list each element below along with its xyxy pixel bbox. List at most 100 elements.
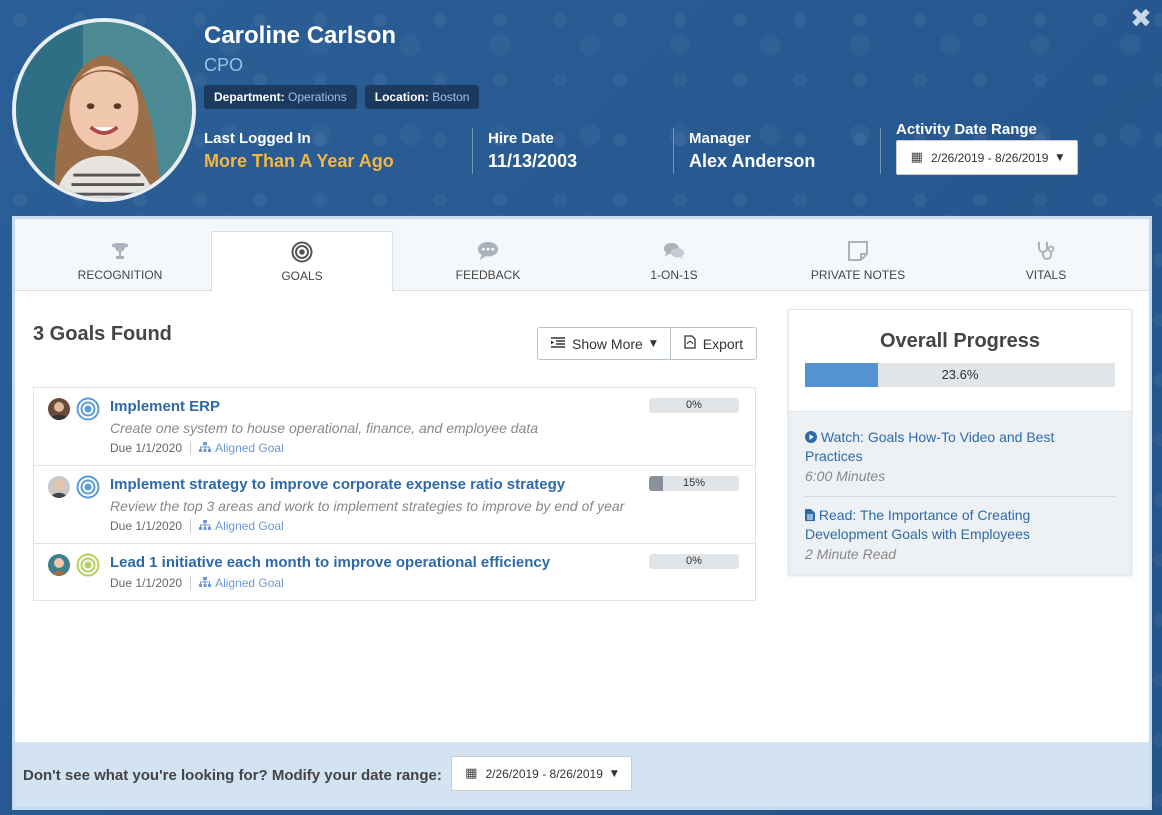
goal-row: Implement ERP Create one system to house…	[34, 388, 755, 466]
resource-link[interactable]: Watch: Goals How-To Video and Best Pract…	[805, 428, 1115, 466]
show-more-label: Show More	[572, 335, 643, 352]
footer-date-range-button[interactable]: ▦ 2/26/2019 - 8/26/2019 ▼	[451, 756, 632, 791]
sitemap-icon	[199, 576, 212, 590]
goal-description: Review the top 3 areas and work to imple…	[110, 498, 625, 514]
goal-progress-label: 0%	[686, 399, 702, 411]
caret-down-icon: ▼	[1056, 152, 1064, 163]
overall-progress-card: Overall Progress 23.6% Watch: Goals How-…	[788, 309, 1132, 575]
location-label: Location:	[374, 90, 429, 104]
goal-actions: Show More ▼ Export	[537, 327, 758, 360]
sitemap-icon	[199, 519, 212, 533]
owner-avatar	[48, 398, 70, 420]
comment-icon	[477, 240, 499, 262]
goal-progress-bar: 15%	[649, 476, 739, 491]
trophy-icon	[109, 240, 131, 262]
goal-due-date: Due 1/1/2020	[110, 441, 183, 455]
tab-goals[interactable]: GOALS	[211, 231, 393, 292]
caret-down-icon: ▼	[610, 768, 618, 779]
goal-progress-bar: 0%	[649, 398, 739, 413]
show-more-button[interactable]: Show More ▼	[537, 327, 671, 360]
play-circle-icon	[805, 429, 817, 445]
activity-date-range-value: 2/26/2019 - 8/26/2019	[930, 150, 1049, 165]
target-icon	[76, 397, 100, 421]
manager-value: Alex Anderson	[689, 151, 816, 171]
tab-label: VITALS	[1025, 268, 1067, 282]
document-icon	[805, 507, 815, 523]
footer-text: Don't see what you're looking for? Modif…	[23, 767, 442, 784]
goal-progress-label: 15%	[682, 477, 706, 489]
overall-progress-section: Overall Progress 23.6%	[789, 310, 1131, 412]
profile-avatar	[12, 18, 196, 202]
location-tag: Location: Boston	[364, 85, 480, 109]
goal-meta: Due 1/1/2020 Aligned Goal	[110, 441, 755, 455]
tab-label: 1-ON-1S	[650, 268, 698, 282]
manager-label: Manager	[689, 130, 751, 147]
owner-avatar	[48, 554, 70, 576]
goal-row: Lead 1 initiative each month to improve …	[34, 544, 755, 600]
overall-progress-label: 23.6%	[941, 367, 979, 382]
resource-link-text: Read: The Importance of Creating Develop…	[805, 507, 1031, 542]
tab-recognition[interactable]: RECOGNITION	[29, 231, 211, 291]
resources-section: Watch: Goals How-To Video and Best Pract…	[789, 412, 1131, 574]
target-icon	[76, 553, 100, 577]
meta-separator	[190, 576, 192, 590]
caret-down-icon: ▼	[649, 338, 657, 349]
employee-name: Caroline Carlson	[204, 22, 397, 49]
tab-private-notes[interactable]: PRIVATE NOTES	[767, 231, 949, 291]
goal-meta: Due 1/1/2020 Aligned Goal	[110, 519, 755, 533]
hire-date-value: 11/13/2003	[488, 151, 578, 171]
pdf-icon	[684, 335, 696, 352]
list-indent-icon	[551, 336, 565, 352]
employee-tags: Department: Operations Location: Boston	[204, 85, 480, 109]
target-icon	[76, 475, 100, 499]
tab-1-on-1s[interactable]: 1-ON-1S	[583, 231, 765, 291]
tab-vitals[interactable]: VITALS	[955, 231, 1137, 291]
tab-label: FEEDBACK	[455, 268, 521, 282]
aligned-goal-label: Aligned Goal	[215, 576, 284, 590]
last-logged-in: Last Logged In More Than A Year Ago	[204, 130, 394, 172]
tab-label: PRIVATE NOTES	[810, 268, 906, 282]
owner-avatar	[48, 476, 70, 498]
sitemap-icon	[199, 441, 212, 455]
header-divider	[673, 128, 674, 174]
location-value: Boston	[432, 90, 470, 104]
last-logged-in-label: Last Logged In	[204, 130, 311, 147]
export-label: Export	[702, 335, 744, 352]
employee-role: CPO	[204, 55, 244, 75]
comments-icon	[663, 240, 685, 262]
resource-item: Watch: Goals How-To Video and Best Pract…	[805, 428, 1115, 484]
department-tag: Department: Operations	[204, 85, 357, 109]
footer-date-range-value: 2/26/2019 - 8/26/2019	[485, 766, 603, 781]
export-button[interactable]: Export	[670, 327, 758, 360]
meta-separator	[190, 441, 192, 455]
target-icon	[291, 241, 313, 263]
tab-feedback[interactable]: FEEDBACK	[397, 231, 579, 291]
resource-item: Read: The Importance of Creating Develop…	[805, 496, 1115, 562]
aligned-goal-link[interactable]: Aligned Goal	[199, 441, 284, 455]
department-value: Operations	[288, 90, 347, 104]
note-icon	[847, 240, 869, 262]
aligned-goal-link[interactable]: Aligned Goal	[199, 519, 284, 533]
goal-progress-bar: 0%	[649, 554, 739, 569]
main-panel: RECOGNITION GOALS FEEDBACK 1-ON-1S PRIVA…	[12, 216, 1152, 810]
department-label: Department:	[214, 90, 285, 104]
tab-label: RECOGNITION	[77, 268, 163, 282]
goal-description: Create one system to house operational, …	[110, 420, 539, 436]
resource-sub: 6:00 Minutes	[805, 468, 886, 484]
meta-separator	[190, 519, 192, 533]
stethoscope-icon	[1035, 240, 1057, 262]
goal-due-date: Due 1/1/2020	[110, 576, 183, 590]
manager: Manager Alex Anderson	[689, 130, 815, 172]
activity-date-range-button[interactable]: ▦ 2/26/2019 - 8/26/2019 ▼	[896, 140, 1078, 175]
activity-range-label: Activity Date Range	[896, 121, 1037, 138]
close-icon[interactable]: ✖	[1128, 6, 1154, 32]
resource-sub: 2 Minute Read	[805, 546, 897, 562]
aligned-goal-link[interactable]: Aligned Goal	[199, 576, 284, 590]
goal-list: Implement ERP Create one system to house…	[33, 387, 756, 601]
hire-date-label: Hire Date	[488, 130, 554, 147]
resource-link[interactable]: Read: The Importance of Creating Develop…	[805, 506, 1115, 544]
overall-progress-bar: 23.6%	[805, 363, 1115, 387]
footer-bar: Don't see what you're looking for? Modif…	[15, 742, 1149, 807]
header-divider	[880, 128, 881, 174]
tab-bar: RECOGNITION GOALS FEEDBACK 1-ON-1S PRIVA…	[15, 219, 1149, 292]
